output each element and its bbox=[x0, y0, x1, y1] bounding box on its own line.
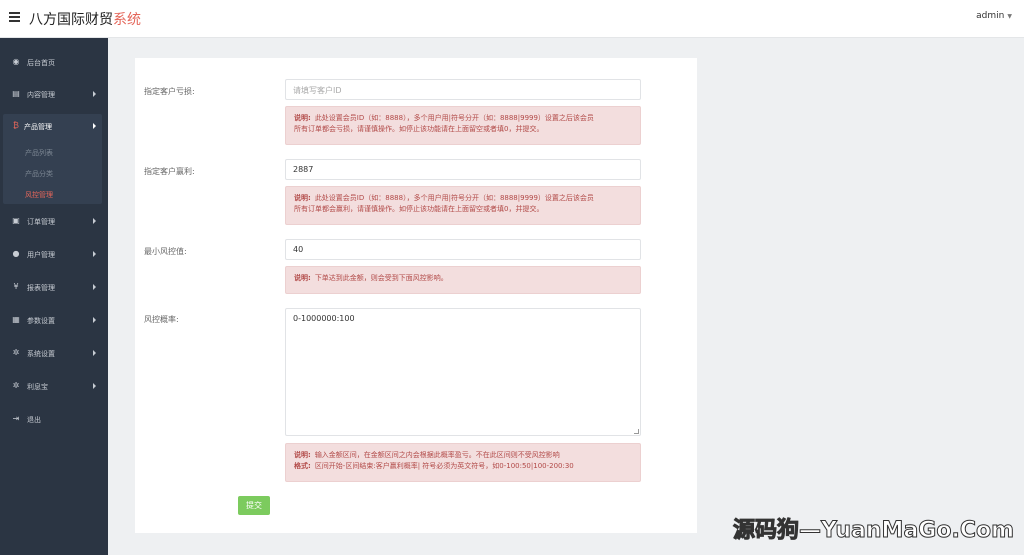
sign-out-icon: ⇥ bbox=[12, 414, 20, 423]
loss-note: 说明: 此处设置会员ID（如：8888），多个用户用|符号分开（如：8888|99… bbox=[285, 106, 641, 145]
sidebar-item-reports[interactable]: ¥ 报表管理 bbox=[0, 277, 108, 299]
chevron-right-icon bbox=[93, 91, 96, 97]
chevron-right-icon bbox=[93, 317, 96, 323]
chevron-right-icon bbox=[93, 383, 96, 389]
copy-icon: ▣ bbox=[12, 216, 20, 225]
app-title: 八方国际财贸系统 bbox=[29, 12, 141, 28]
username: admin bbox=[976, 11, 1005, 21]
watermark: 源码狗—YuanMaGo.Com bbox=[733, 518, 1015, 544]
profit-label: 指定客户赢利: bbox=[144, 167, 195, 176]
chevron-right-icon bbox=[93, 284, 96, 290]
min-risk-label: 最小风控值: bbox=[144, 247, 187, 256]
probability-value: 0-1000000:100 bbox=[293, 314, 355, 323]
sidebar: ◉ 后台首页 ▤ 内容管理 ₿ 产品管理 产品列表 产品分类 风控管理 ▣ 订单… bbox=[0, 38, 108, 555]
sidebar-subitem-product-list[interactable]: 产品列表 bbox=[3, 143, 102, 161]
top-header: 八方国际财贸系统 admin ▼ bbox=[0, 0, 1024, 38]
probability-textarea[interactable]: 0-1000000:100 bbox=[285, 308, 641, 436]
caret-down-icon: ▼ bbox=[1007, 13, 1012, 20]
sidebar-item-interest[interactable]: ✲ 利息宝 bbox=[0, 376, 108, 398]
hamburger-icon[interactable] bbox=[9, 12, 20, 23]
sidebar-item-system[interactable]: ✲ 系统设置 bbox=[0, 343, 108, 365]
chevron-right-icon bbox=[93, 350, 96, 356]
submit-button[interactable]: 提交 bbox=[238, 496, 270, 515]
user-menu[interactable]: admin ▼ bbox=[976, 11, 1012, 21]
sidebar-item-params[interactable]: ▦ 参数设置 bbox=[0, 310, 108, 332]
sidebar-subitem-risk-control[interactable]: 风控管理 bbox=[3, 185, 102, 203]
documents-icon: ▦ bbox=[12, 315, 20, 324]
sidebar-item-logout[interactable]: ⇥ 退出 bbox=[0, 409, 108, 431]
dashboard-icon: ◉ bbox=[12, 57, 20, 66]
sidebar-item-dashboard[interactable]: ◉ 后台首页 bbox=[0, 52, 108, 74]
min-risk-note: 说明: 下单达到此金额，则会受到下面风控影响。 bbox=[285, 266, 641, 294]
book-icon: ▤ bbox=[12, 89, 20, 98]
chevron-right-icon bbox=[93, 218, 96, 224]
resize-handle-icon[interactable] bbox=[634, 429, 639, 434]
probability-note: 说明: 输入金额区间，在金额区间之内会根据此概率盈亏。不在此区间则不受风控影响 格… bbox=[285, 443, 641, 482]
cogs-icon: ✲ bbox=[12, 381, 20, 390]
user-icon: ● bbox=[12, 249, 20, 258]
sidebar-group-products: ₿ 产品管理 产品列表 产品分类 风控管理 bbox=[3, 114, 102, 204]
min-risk-input[interactable]: 40 bbox=[285, 239, 641, 260]
loss-customer-input[interactable]: 请填写客户ID bbox=[285, 79, 641, 100]
loss-label: 指定客户亏损: bbox=[144, 87, 195, 96]
probability-label: 风控概率: bbox=[144, 315, 179, 324]
sidebar-item-products[interactable]: ₿ 产品管理 bbox=[3, 116, 111, 138]
cogs-icon: ✲ bbox=[12, 348, 20, 357]
yen-icon: ¥ bbox=[13, 282, 19, 291]
sidebar-item-content[interactable]: ▤ 内容管理 bbox=[0, 84, 108, 106]
profit-customer-input[interactable]: 2887 bbox=[285, 159, 641, 180]
sidebar-subitem-product-category[interactable]: 产品分类 bbox=[3, 164, 102, 182]
sidebar-item-users[interactable]: ● 用户管理 bbox=[0, 244, 108, 266]
bitcoin-icon: ₿ bbox=[13, 121, 19, 130]
chevron-right-icon bbox=[93, 251, 96, 257]
chevron-right-icon bbox=[93, 123, 96, 129]
risk-control-form: 指定客户亏损: 请填写客户ID 说明: 此处设置会员ID（如：8888），多个用户… bbox=[135, 58, 697, 533]
profit-note: 说明: 此处设置会员ID（如：8888），多个用户用|符号分开（如：8888|99… bbox=[285, 186, 641, 225]
sidebar-item-orders[interactable]: ▣ 订单管理 bbox=[0, 211, 108, 233]
